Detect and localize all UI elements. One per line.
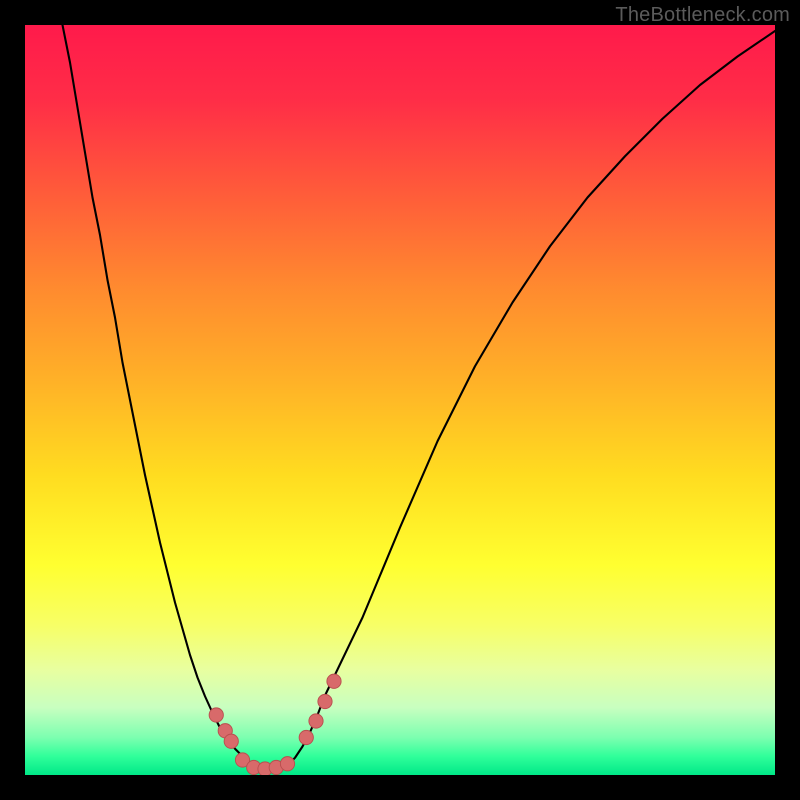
data-marker: [224, 734, 238, 748]
data-marker: [309, 714, 323, 728]
data-marker: [280, 757, 294, 771]
data-marker: [327, 674, 341, 688]
chart-frame: TheBottleneck.com: [0, 0, 800, 800]
watermark-text: TheBottleneck.com: [615, 4, 790, 27]
data-marker: [318, 694, 332, 708]
bottleneck-curve: [25, 25, 775, 775]
plot-area: [25, 25, 775, 775]
data-marker: [299, 730, 313, 744]
data-marker: [209, 708, 223, 722]
